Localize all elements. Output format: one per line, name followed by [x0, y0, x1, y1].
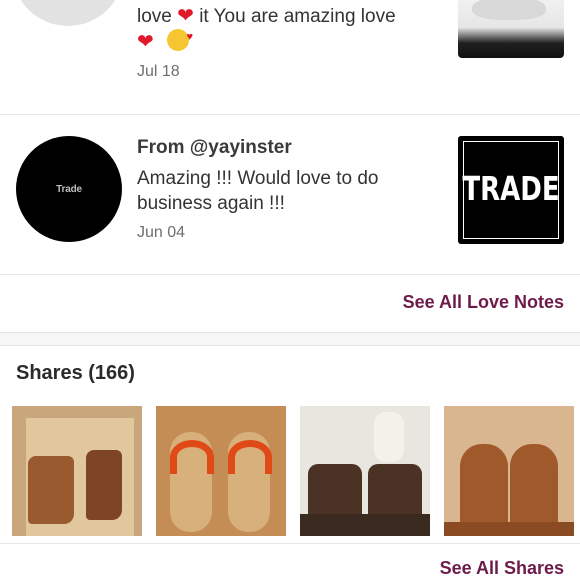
shoe-image	[374, 412, 404, 462]
see-all-love-notes-link[interactable]: See All Love Notes	[403, 292, 564, 313]
heart-icon: ❤	[177, 5, 194, 27]
avatar[interactable]: Trade	[16, 136, 122, 242]
note-message-text: love	[137, 6, 172, 27]
divider	[0, 543, 580, 544]
note-message-line: business again !!!	[137, 193, 285, 214]
section-divider	[0, 332, 580, 346]
share-thumbnail[interactable]	[300, 406, 430, 536]
thumbnail-frame: TRADE	[462, 141, 560, 239]
boot-image	[86, 450, 122, 520]
heart-icon: ♥	[506, 0, 514, 2]
hand-image	[472, 0, 546, 20]
thumbnail-label: TRADE	[462, 171, 560, 209]
note-date: Jun 04	[137, 224, 186, 241]
see-all-shares-link[interactable]: See All Shares	[440, 558, 564, 579]
shares-heading: Shares (166)	[16, 362, 135, 384]
heart-icon: ❤	[137, 31, 154, 53]
listing-thumbnail[interactable]: TRADE	[458, 136, 564, 244]
share-thumbnail[interactable]	[12, 406, 142, 536]
note-message-text: it You are amazing love	[199, 6, 396, 27]
share-thumbnail[interactable]	[444, 406, 574, 536]
avatar-label: Trade	[56, 183, 82, 195]
kiss-emoji-icon	[167, 25, 193, 51]
loafer-sole-image	[444, 522, 574, 536]
share-thumbnail[interactable]	[156, 406, 286, 536]
divider	[0, 274, 580, 275]
note-date: Jul 18	[137, 63, 180, 80]
sandal-image	[308, 464, 362, 520]
sandal-strap-image	[228, 440, 272, 474]
avatar[interactable]	[12, 0, 124, 26]
sandal-image	[368, 464, 422, 520]
boot-image	[28, 456, 74, 524]
note-message-line: love ❤ it You are amazing love	[137, 4, 396, 29]
listing-thumbnail[interactable]: ♥	[458, 0, 564, 58]
divider	[0, 114, 580, 115]
note-emoji-line: ❤	[137, 25, 193, 55]
note-message-line: Amazing !!! Would love to do	[137, 168, 379, 189]
note-sender[interactable]: From @yayinster	[137, 137, 292, 159]
sandal-strap-image	[170, 440, 214, 474]
platform-image	[300, 514, 430, 536]
